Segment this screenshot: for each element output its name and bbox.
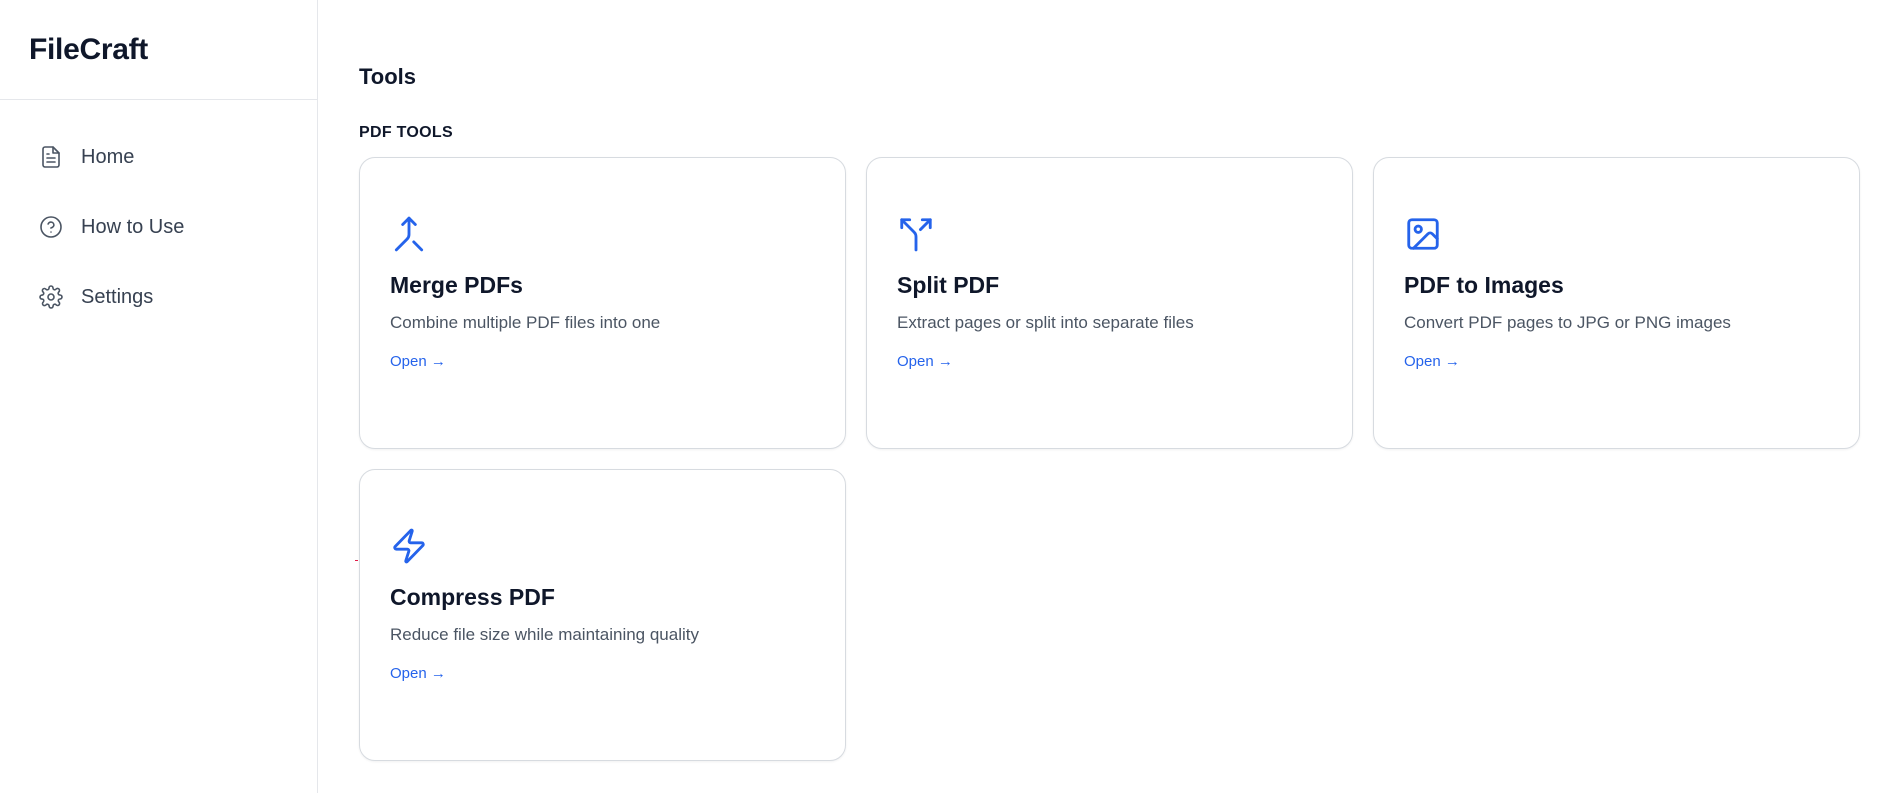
tool-card-title: Split PDF: [897, 272, 1000, 298]
sidebar: FileCraft Home How to Use Settings: [0, 0, 318, 793]
sidebar-item-home[interactable]: Home: [0, 122, 317, 192]
tool-card-description: Convert PDF pages to JPG or PNG images: [1404, 313, 1731, 332]
open-link[interactable]: Open →: [390, 663, 446, 685]
section-title: PDF TOOLS: [359, 124, 453, 141]
sidebar-item-how-to-use[interactable]: How to Use: [0, 192, 317, 262]
image-icon: [1404, 214, 1444, 254]
document-icon: [38, 144, 64, 170]
page-title: Tools: [359, 64, 417, 89]
main-content: Tools PDF TOOLS Merge PDFs Combine multi…: [318, 0, 1900, 793]
tool-card-title: Compress PDF: [390, 584, 555, 610]
split-icon: [897, 214, 937, 254]
tool-card-description: Extract pages or split into separate fil…: [897, 313, 1194, 332]
open-link[interactable]: Open →: [390, 351, 446, 373]
sidebar-item-settings[interactable]: Settings: [0, 262, 317, 332]
merge-icon: [390, 214, 430, 254]
sidebar-item-label: How to Use: [81, 215, 185, 238]
tool-card-description: Reduce file size while maintaining quali…: [390, 625, 699, 644]
gear-icon: [38, 284, 64, 310]
tool-card-compress-pdf[interactable]: Compress PDF Reduce file size while main…: [359, 469, 846, 761]
tool-card-pdf-to-images[interactable]: PDF to Images Convert PDF pages to JPG o…: [1373, 157, 1860, 449]
tool-card-title: PDF to Images: [1404, 272, 1564, 298]
tool-card-title: Merge PDFs: [390, 272, 523, 298]
open-link[interactable]: Open →: [1404, 351, 1460, 373]
tool-card-merge-pdfs[interactable]: Merge PDFs Combine multiple PDF files in…: [359, 157, 846, 449]
sidebar-item-label: Home: [81, 145, 135, 168]
open-link[interactable]: Open →: [897, 351, 953, 373]
cursor-mark: [355, 560, 358, 561]
app-logo[interactable]: FileCraft: [0, 0, 317, 100]
sidebar-nav: Home How to Use Settings: [0, 100, 317, 332]
tool-card-description: Combine multiple PDF files into one: [390, 313, 661, 332]
tools-grid: Merge PDFs Combine multiple PDF files in…: [359, 157, 1900, 761]
tool-card-split-pdf[interactable]: Split PDF Extract pages or split into se…: [866, 157, 1353, 449]
app-root: FileCraft Home How to Use Settings Tools…: [0, 0, 1900, 793]
help-circle-icon: [38, 214, 64, 240]
lightning-icon: [390, 526, 430, 566]
sidebar-item-label: Settings: [81, 285, 154, 308]
